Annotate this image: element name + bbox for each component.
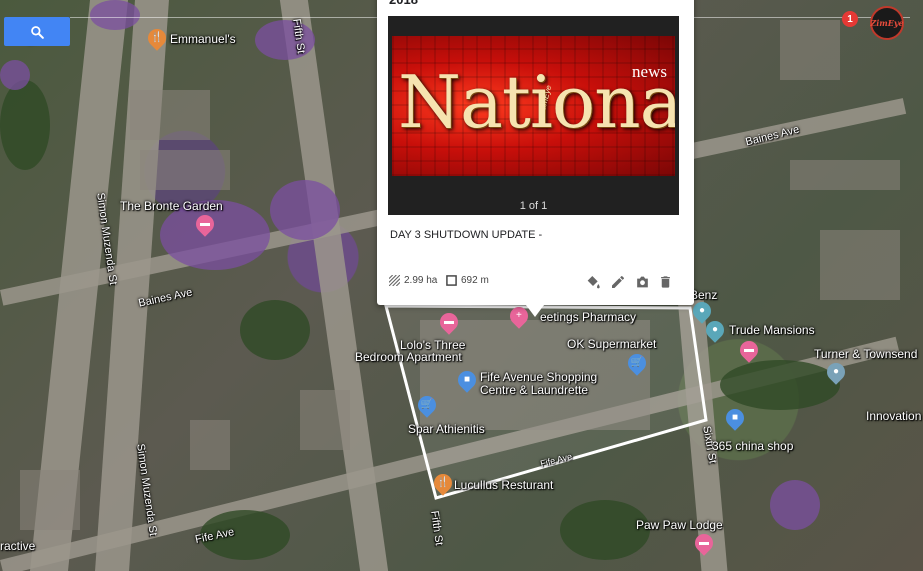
street-label-fifth-bottom: Fifth St	[428, 510, 445, 547]
perimeter-square-icon	[446, 275, 457, 286]
tree	[240, 300, 310, 360]
place-label-spar[interactable]: Spar Athienitis	[408, 422, 485, 436]
place-label-china[interactable]: 365 china shop	[712, 439, 793, 453]
popup-description: DAY 3 SHUTDOWN UPDATE -	[390, 229, 543, 241]
delete-trash-icon[interactable]	[658, 274, 673, 290]
place-label-emmanuels[interactable]: Emmanuel's	[170, 32, 236, 46]
place-label-benz[interactable]: Benz	[690, 288, 717, 302]
image-counter: 1 of 1	[519, 200, 548, 212]
popup-footer: 2.99 ha 692 m	[389, 275, 681, 293]
place-label-bronte[interactable]: The Bronte Garden	[120, 199, 223, 213]
jacaranda-tree	[0, 60, 30, 90]
shopping-bag-pin-icon[interactable]: ■	[722, 405, 748, 431]
popup-image-viewer[interactable]: news National ZimEye 1 of 1	[388, 16, 679, 215]
jacaranda-tree	[770, 480, 820, 530]
avatar[interactable]: ZimEye	[870, 6, 904, 40]
place-label-fife-centre-2[interactable]: Centre & Laundrette	[480, 383, 588, 397]
notification-badge[interactable]: 1	[842, 11, 858, 27]
perimeter-value: 692 m	[461, 275, 489, 286]
building	[140, 150, 230, 190]
edit-pencil-icon[interactable]	[610, 274, 626, 290]
building	[820, 230, 900, 300]
popup-image[interactable]: news National ZimEye	[392, 36, 675, 176]
hotel-pin-icon[interactable]: ▬	[736, 337, 762, 363]
jacaranda-tree	[255, 20, 315, 60]
paint-bucket-icon[interactable]	[585, 274, 601, 290]
feature-info-popup: 2018 news National ZimEye 1 of 1 DAY 3 S…	[377, 0, 694, 305]
tree	[720, 360, 840, 410]
place-label-bedroom[interactable]: Bedroom Apartment	[355, 350, 462, 364]
area-value: 2.99 ha	[404, 275, 438, 286]
tree	[0, 80, 50, 170]
popup-title: 2018	[389, 0, 418, 7]
building	[790, 160, 900, 190]
area-metric: 2.99 ha	[389, 275, 437, 286]
building	[190, 420, 230, 470]
jacaranda-tree	[270, 180, 340, 240]
area-hatch-icon	[389, 275, 400, 286]
avatar-text: ZimEye	[870, 18, 904, 28]
search-icon	[31, 25, 44, 39]
street-label-simon-2: Simon Muzenda St	[134, 443, 159, 537]
place-label-trude[interactable]: Trude Mansions	[729, 323, 815, 337]
place-label-pharmacy[interactable]: eetings Pharmacy	[540, 310, 636, 324]
popup-pointer	[526, 305, 544, 317]
building	[130, 90, 210, 140]
search-button[interactable]	[4, 17, 70, 46]
place-label-ok[interactable]: OK Supermarket	[567, 337, 656, 351]
perimeter-metric: 692 m	[446, 275, 489, 286]
jacaranda-tree	[90, 0, 140, 30]
building	[780, 20, 840, 80]
place-label-innovation[interactable]: Innovation	[866, 409, 921, 423]
place-label-lucullus[interactable]: Lucullus Resturant	[454, 478, 553, 492]
place-label-turner[interactable]: Turner & Townsend	[814, 347, 917, 361]
building	[300, 390, 350, 450]
building	[20, 470, 80, 530]
place-label-pawpaw[interactable]: Paw Paw Lodge	[636, 518, 723, 532]
place-label-fife-centre-1[interactable]: Fife Avenue Shopping	[480, 370, 597, 384]
place-label-ractive[interactable]: ractive	[0, 539, 35, 553]
camera-icon[interactable]	[634, 274, 651, 290]
banner-title-text: National	[398, 60, 675, 144]
